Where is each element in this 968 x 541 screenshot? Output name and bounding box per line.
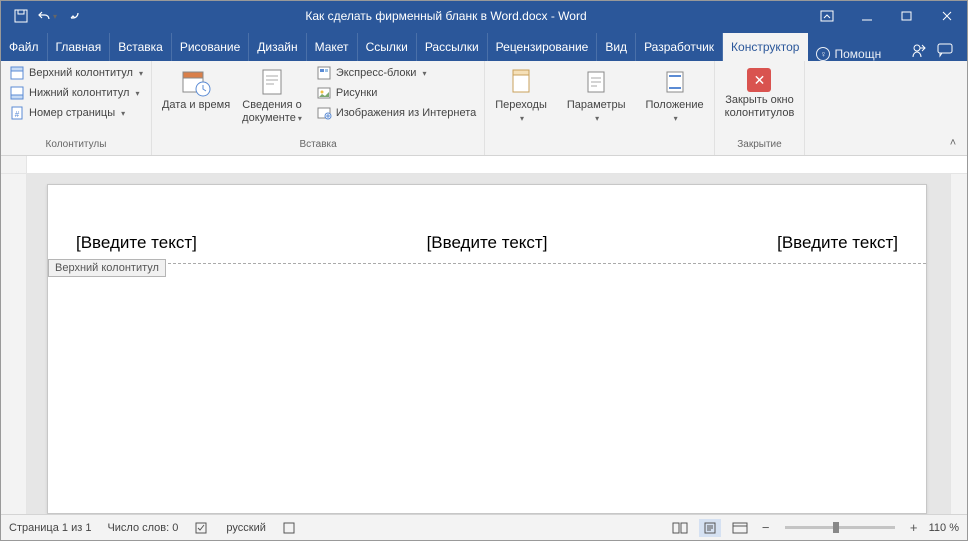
macro-icon[interactable] — [282, 521, 296, 535]
group-navigation: Переходы▾ — [485, 61, 557, 155]
quick-parts-button[interactable]: Экспресс-блоки▾ — [312, 64, 480, 82]
redo-button[interactable] — [61, 4, 85, 28]
tab-view[interactable]: Вид — [597, 33, 636, 61]
tab-design[interactable]: Дизайн — [249, 33, 306, 61]
tab-insert[interactable]: Вставка — [110, 33, 172, 61]
ribbon-tabs: Файл Главная Вставка Рисование Дизайн Ма… — [1, 31, 967, 61]
zoom-out-button[interactable]: − — [759, 521, 773, 535]
tab-home[interactable]: Главная — [48, 33, 111, 61]
group-options: Параметры▾ — [557, 61, 636, 155]
tab-file[interactable]: Файл — [1, 33, 48, 61]
tab-mail[interactable]: Рассылки — [417, 33, 488, 61]
read-mode-button[interactable] — [669, 519, 691, 537]
undo-button[interactable]: ▾ — [35, 4, 59, 28]
date-time-button[interactable]: Дата и время — [156, 64, 236, 112]
group-insert: Дата и время Сведения одокументе▾ Экспре… — [152, 61, 485, 155]
page-number-button[interactable]: #Номер страницы▾ — [5, 104, 147, 122]
header-left-placeholder[interactable]: [Введите текст] — [76, 233, 197, 253]
doc-info-button[interactable]: Сведения одокументе▾ — [236, 64, 308, 125]
group-position: Положение▾ — [636, 61, 715, 155]
page: [Введите текст] [Введите текст] [Введите… — [47, 184, 927, 514]
horizontal-ruler[interactable] — [1, 156, 967, 174]
header-tag: Верхний колонтитул — [48, 259, 166, 277]
tab-constructor[interactable]: Конструктор — [723, 33, 808, 61]
svg-text:#: # — [15, 110, 20, 119]
pictures-button[interactable]: Рисунки — [312, 84, 480, 102]
web-layout-button[interactable] — [729, 519, 751, 537]
share-icon[interactable] — [911, 42, 927, 61]
tab-review[interactable]: Рецензирование — [488, 33, 598, 61]
save-button[interactable] — [9, 4, 33, 28]
maximize-button[interactable] — [887, 1, 927, 31]
tab-refs[interactable]: Ссылки — [358, 33, 417, 61]
comments-icon[interactable] — [937, 42, 955, 61]
minimize-button[interactable] — [847, 1, 887, 31]
status-bar: Страница 1 из 1 Число слов: 0 русский − … — [1, 514, 967, 540]
document-area: [Введите текст] [Введите текст] [Введите… — [1, 174, 967, 514]
spellcheck-icon[interactable] — [194, 521, 210, 535]
position-button[interactable]: Положение▾ — [640, 64, 710, 125]
group-close: ✕ Закрыть окноколонтитулов Закрытие — [715, 61, 806, 155]
window-title: Как сделать фирменный бланк в Word.docx … — [85, 9, 807, 23]
title-bar: ▾ Как сделать фирменный бланк в Word.doc… — [1, 1, 967, 31]
online-pictures-button[interactable]: Изображения из Интернета — [312, 104, 480, 122]
footer-button[interactable]: Нижний колонтитул▾ — [5, 84, 147, 102]
vertical-scrollbar[interactable] — [950, 174, 967, 514]
tab-layout[interactable]: Макет — [307, 33, 358, 61]
zoom-in-button[interactable]: + — [907, 521, 921, 535]
tab-draw[interactable]: Рисование — [172, 33, 249, 61]
header-right-placeholder[interactable]: [Введите текст] — [777, 233, 898, 253]
ribbon-display-options[interactable] — [807, 1, 847, 31]
vertical-ruler[interactable] — [1, 174, 27, 514]
collapse-ribbon-button[interactable]: ˄ — [945, 135, 961, 151]
tell-me-box[interactable]: ♀ Помощн — [816, 47, 881, 61]
close-icon: ✕ — [747, 68, 771, 92]
print-layout-button[interactable] — [699, 519, 721, 537]
header-edit-zone[interactable]: [Введите текст] [Введите текст] [Введите… — [48, 185, 926, 263]
word-count[interactable]: Число слов: 0 — [107, 522, 178, 534]
zoom-thumb[interactable] — [833, 522, 839, 533]
language[interactable]: русский — [226, 522, 265, 534]
lightbulb-icon: ♀ — [816, 47, 830, 61]
close-header-footer-button[interactable]: ✕ Закрыть окноколонтитулов — [719, 64, 801, 120]
close-window-button[interactable] — [927, 1, 967, 31]
header-button[interactable]: Верхний колонтитул▾ — [5, 64, 147, 82]
goto-button[interactable]: Переходы▾ — [489, 64, 553, 125]
ribbon: Верхний колонтитул▾ Нижний колонтитул▾ #… — [1, 61, 967, 156]
header-boundary-line — [48, 263, 926, 264]
zoom-slider[interactable] — [785, 526, 895, 529]
zoom-level[interactable]: 110 % — [929, 522, 959, 534]
page-canvas[interactable]: [Введите текст] [Введите текст] [Введите… — [27, 174, 950, 514]
group-header-footer: Верхний колонтитул▾ Нижний колонтитул▾ #… — [1, 61, 152, 155]
page-count[interactable]: Страница 1 из 1 — [9, 522, 91, 534]
header-center-placeholder[interactable]: [Введите текст] — [427, 233, 548, 253]
options-button[interactable]: Параметры▾ — [561, 64, 632, 125]
tab-dev[interactable]: Разработчик — [636, 33, 723, 61]
